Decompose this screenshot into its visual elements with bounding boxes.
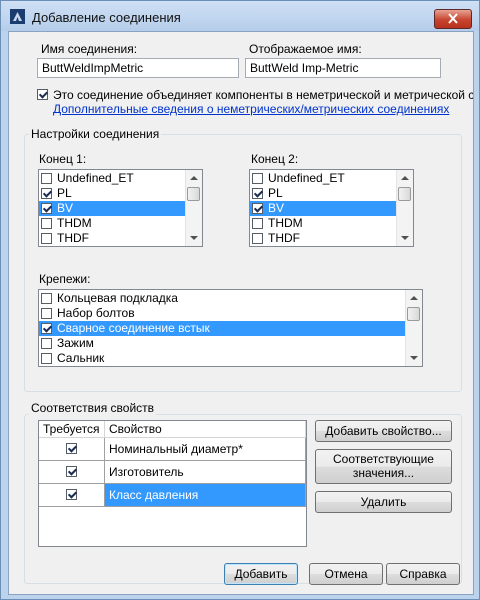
title-bar[interactable]: Добавление соединения: [1, 1, 479, 31]
fasteners-scrollbar[interactable]: [405, 290, 422, 366]
add-button[interactable]: Добавить: [224, 563, 298, 585]
scroll-down-arrow-icon[interactable]: [190, 236, 198, 240]
table-row-property-cell[interactable]: Изготовитель: [105, 461, 306, 484]
list-item-checkbox[interactable]: [252, 218, 263, 229]
list-item[interactable]: Сальник: [39, 351, 405, 366]
list-item-checkbox[interactable]: [41, 173, 52, 184]
scroll-thumb[interactable]: [187, 187, 200, 201]
table-row-property-cell[interactable]: Класс давления: [105, 484, 306, 507]
list-item[interactable]: Сварное соединение встык: [39, 321, 405, 336]
list-item[interactable]: THDM: [39, 216, 186, 231]
list-item[interactable]: THDF: [39, 231, 186, 246]
list-item[interactable]: Кольцевая подкладка: [39, 291, 405, 306]
list-item-checkbox[interactable]: [41, 323, 52, 334]
required-checkbox[interactable]: [66, 443, 77, 454]
list-item-checkbox[interactable]: [41, 293, 52, 304]
scroll-up-arrow-icon[interactable]: [190, 176, 198, 180]
list-item-checkbox[interactable]: [41, 353, 52, 364]
fasteners-listbox[interactable]: Кольцевая подкладка Набор болтов Сварное…: [38, 289, 423, 367]
scroll-thumb[interactable]: [407, 307, 420, 321]
cancel-button[interactable]: Отмена: [309, 563, 383, 585]
required-checkbox[interactable]: [66, 489, 77, 500]
list-item-checkbox[interactable]: [41, 308, 52, 319]
list-item[interactable]: THDF: [250, 231, 397, 246]
list-item-checkbox[interactable]: [41, 233, 52, 244]
end1-scrollbar[interactable]: [185, 170, 202, 246]
list-item[interactable]: PL: [250, 186, 397, 201]
more-info-link[interactable]: Дополнительные сведения о неметрических/…: [53, 102, 449, 116]
match-values-button[interactable]: Соответствующие значения...: [315, 449, 452, 484]
list-item-checkbox[interactable]: [41, 218, 52, 229]
connection-settings-group-label: Настройки соединения: [29, 127, 162, 141]
list-item[interactable]: Набор болтов: [39, 306, 405, 321]
list-item[interactable]: Зажим: [39, 336, 405, 351]
window-title: Добавление соединения: [32, 10, 181, 25]
close-button[interactable]: [434, 9, 472, 29]
connection-name-input[interactable]: [37, 58, 239, 78]
end1-listbox[interactable]: Undefined_ET PL BV THDM THDF: [38, 169, 203, 247]
autocad-app-icon: [10, 9, 25, 24]
required-checkbox[interactable]: [66, 466, 77, 477]
dialog-window: Добавление соединения Имя соединения: От…: [0, 0, 480, 600]
scroll-up-arrow-icon[interactable]: [401, 176, 409, 180]
list-item[interactable]: Undefined_ET: [250, 171, 397, 186]
scroll-up-arrow-icon[interactable]: [410, 296, 418, 300]
delete-button[interactable]: Удалить: [315, 491, 452, 513]
end2-listbox[interactable]: Undefined_ET PL BV THDM THDF: [249, 169, 414, 247]
scroll-down-arrow-icon[interactable]: [401, 236, 409, 240]
dialog-client-area: Имя соединения: Отображаемое имя: Это со…: [8, 31, 474, 595]
fasteners-label: Крепежи:: [39, 272, 91, 286]
mixed-units-label: Это соединение объединяет компоненты в н…: [53, 88, 473, 102]
list-item[interactable]: BV: [250, 201, 397, 216]
property-mapping-grid[interactable]: Требуется Свойство Номинальный диаметр* …: [38, 420, 307, 547]
list-item-checkbox[interactable]: [252, 173, 263, 184]
list-item[interactable]: BV: [39, 201, 186, 216]
column-header-required[interactable]: Требуется: [39, 421, 105, 438]
list-item[interactable]: PL: [39, 186, 186, 201]
display-name-label: Отображаемое имя:: [249, 42, 362, 56]
table-row-required-cell[interactable]: [39, 438, 105, 461]
list-item-checkbox[interactable]: [41, 338, 52, 349]
list-item[interactable]: THDM: [250, 216, 397, 231]
scroll-down-arrow-icon[interactable]: [410, 356, 418, 360]
list-item-checkbox[interactable]: [252, 233, 263, 244]
table-row-property-cell[interactable]: Номинальный диаметр*: [105, 438, 306, 461]
end2-scrollbar[interactable]: [396, 170, 413, 246]
column-header-property[interactable]: Свойство: [105, 421, 306, 438]
list-item-checkbox[interactable]: [41, 188, 52, 199]
help-button[interactable]: Справка: [386, 563, 460, 585]
table-row-required-cell[interactable]: [39, 484, 105, 507]
add-property-button[interactable]: Добавить свойство...: [315, 420, 452, 442]
end2-label: Конец 2:: [251, 152, 299, 166]
connection-name-label: Имя соединения:: [41, 42, 138, 56]
table-row-required-cell[interactable]: [39, 461, 105, 484]
close-icon: [448, 13, 458, 24]
list-item-checkbox[interactable]: [252, 188, 263, 199]
property-mapping-group-label: Соответствия свойств: [29, 401, 157, 415]
list-item-checkbox[interactable]: [41, 203, 52, 214]
scroll-thumb[interactable]: [398, 187, 411, 201]
list-item-checkbox[interactable]: [252, 203, 263, 214]
display-name-input[interactable]: [245, 58, 441, 78]
list-item[interactable]: Undefined_ET: [39, 171, 186, 186]
mixed-units-checkbox[interactable]: [37, 89, 48, 100]
end1-label: Конец 1:: [39, 152, 87, 166]
